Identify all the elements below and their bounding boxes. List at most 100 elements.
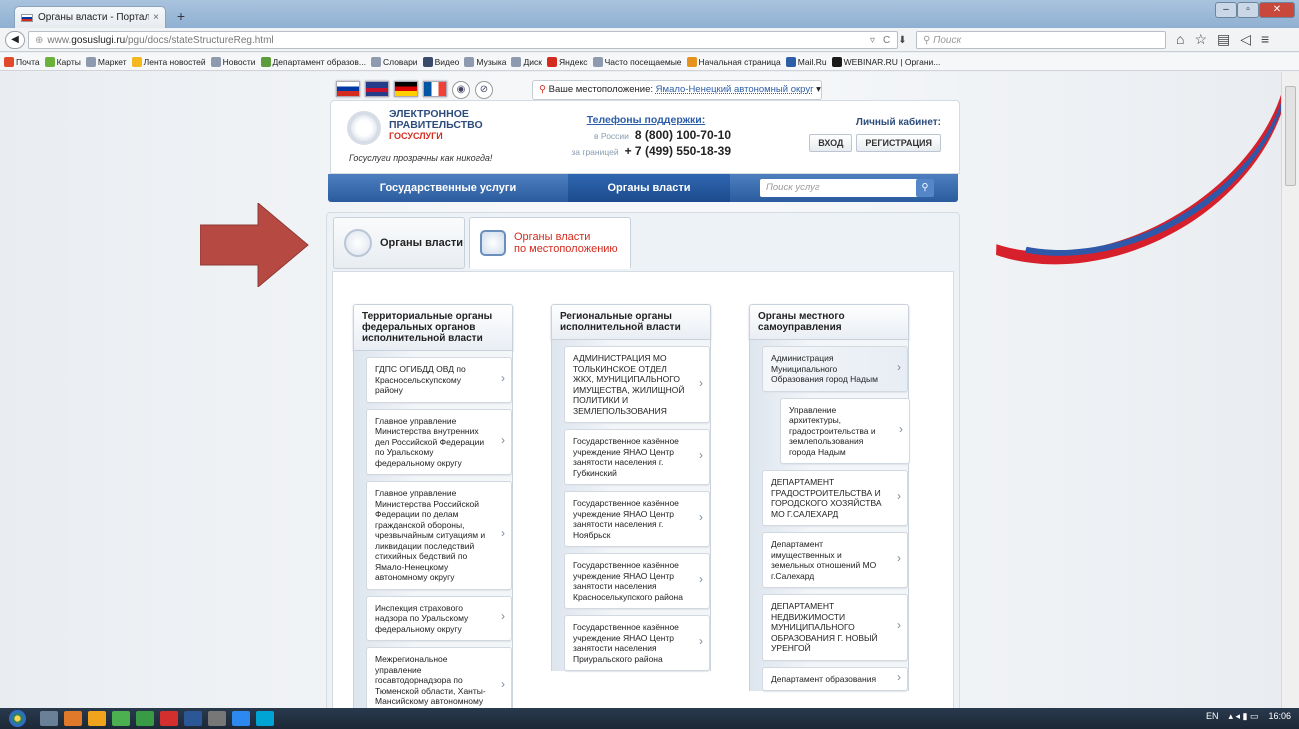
maximize-button[interactable]: ▫ [1237,2,1259,18]
flag-de-icon[interactable] [394,81,418,97]
word-taskbar-icon[interactable] [184,711,202,726]
bookmark-item[interactable]: Видео [422,56,459,67]
search-button-icon[interactable]: ⚲ [916,179,934,197]
page-scrollbar[interactable] [1281,72,1299,708]
download-icon[interactable]: ⬇ [898,35,906,46]
authority-item[interactable]: Администрация Муниципального Образования… [762,346,908,392]
authority-item-label: Государственное казённое учреждение ЯНАО… [573,436,679,478]
register-button[interactable]: РЕГИСТРАЦИЯ [856,134,941,152]
tool-taskbar-icon[interactable] [208,711,226,726]
search-placeholder: Поиск [933,35,962,46]
lang-indicator[interactable]: EN [1206,711,1219,722]
bookmark-item[interactable]: Часто посещаемые [592,56,682,67]
authority-item[interactable]: ГДПС ОГИБДД ОВД по Красносельскупскому р… [366,357,512,403]
bookmark-item[interactable]: Mail.Ru [785,56,827,67]
home-icon[interactable]: ⌂ [1176,31,1184,48]
menu-authorities[interactable]: Органы власти [568,174,730,202]
bookmark-item[interactable]: WEBINAR.RU | Органи... [831,56,940,67]
flag-ru-icon[interactable] [336,81,360,97]
authority-item[interactable]: Государственное казённое учреждение ЯНАО… [564,429,710,485]
flag-uk-icon[interactable] [365,81,389,97]
media-taskbar-icon[interactable] [88,711,106,726]
logo-line2: ПРАВИТЕЛЬСТВО [389,119,483,131]
authority-item[interactable]: Департамент образования › [762,666,908,691]
bookmark-item[interactable]: Лента новостей [131,56,206,67]
authority-item[interactable]: Департамент имущественных и земельных от… [762,532,908,588]
bookmark-label: Новости [222,56,256,67]
start-button[interactable] [0,708,34,729]
location-selector[interactable]: ⚲ Ваше местоположение: Ямало-Ненецкий ав… [532,80,822,100]
login-button[interactable]: ВХОД [809,134,853,152]
column-title: Региональные органы исполнительной власт… [551,304,711,340]
scrollbar-thumb[interactable] [1285,86,1296,186]
gosuslugi-logo-icon[interactable] [347,111,381,145]
dropdown-icon[interactable]: ▿ [870,35,875,46]
bookmark-item[interactable]: Почта [4,56,40,67]
tab-authorities-by-location[interactable]: Органы власти по местоположению [469,217,631,269]
authority-item[interactable]: ДЕПАРТАМЕНТ НЕДВИЖИМОСТИ МУНИЦИПАЛЬНОГО … [762,594,908,661]
pdf-taskbar-icon[interactable] [160,711,178,726]
chrome-taskbar-icon[interactable] [112,711,130,726]
authority-item[interactable]: ДЕПАРТАМЕНТ ГРАДОСТРОИТЕЛЬСТВА И ГОРОДСК… [762,470,908,526]
authority-item[interactable]: Государственное казённое учреждение ЯНАО… [564,491,710,547]
authority-item[interactable]: Инспекция страхового надзора по Уральско… [366,595,512,641]
location-link[interactable]: Ямало-Ненецкий автономный округ [656,84,814,95]
flag-fr-icon[interactable] [423,81,447,97]
bookmark-item[interactable]: Диск [511,56,542,67]
reload-icon[interactable]: C [883,35,890,46]
bookmark-icon [260,56,271,67]
tray-icons[interactable]: ▴ ◂ ▮ ▭ [1228,711,1258,722]
compass-icon[interactable]: ⊘ [475,81,493,99]
bookmark-item[interactable]: Департамент образов... [260,56,367,67]
minimize-button[interactable]: – [1215,2,1237,18]
column-list: ГДПС ОГИБДД ОВД по Красносельскупскому р… [353,351,513,708]
new-tab-button[interactable]: + [172,8,190,26]
authority-item-label: Государственное казённое учреждение ЯНАО… [573,498,679,540]
clock[interactable]: 16:06 [1268,711,1291,722]
authority-item[interactable]: Управление архитектуры, градостроительст… [780,397,910,464]
bookmark-item[interactable]: Музыка [464,56,506,67]
authority-item[interactable]: Главное управление Министерства Российск… [366,481,512,590]
firefox-taskbar-icon[interactable] [64,711,82,726]
explorer-taskbar-icon[interactable] [40,711,58,726]
bookmark-star-icon[interactable]: ☆ [1194,31,1207,48]
authority-item[interactable]: Главное управление Министерства внутренн… [366,408,512,475]
bookmark-icon [592,56,603,67]
authority-item[interactable]: АДМИНИСТРАЦИЯ МО ТОЛЬКИНСКОЕ ОТДЕЛ ЖКХ, … [564,346,710,423]
coat-of-arms-icon [344,229,372,257]
eye-icon[interactable]: ◉ [452,81,470,99]
bookmark-item[interactable]: Словари [371,56,418,67]
bookmark-label: Департамент образов... [272,56,367,67]
language-selector: ◉ ⊘ [336,81,493,99]
phones-title[interactable]: Телефоны поддержки: [561,114,731,126]
search-icon: ⚲ [923,35,934,46]
tab-authorities[interactable]: Органы власти [333,217,465,269]
bookmark-item[interactable]: Начальная страница [686,56,781,67]
address-bar[interactable]: ⊕ www. gosuslugi.ru/pgu/docs/stateStructu… [28,31,898,49]
close-window-button[interactable]: ✕ [1259,2,1295,18]
bookmark-item[interactable]: Яндекс [546,56,588,67]
bookmark-icon [831,56,842,67]
send-icon[interactable]: ◁ [1240,31,1251,48]
chevron-right-icon: › [897,359,901,374]
back-button[interactable]: ◀ [5,31,25,49]
menu-state-services[interactable]: Государственные услуги [328,182,568,194]
service-search-input[interactable]: Поиск услуг ⚲ [760,179,934,197]
app-taskbar-icon[interactable] [136,711,154,726]
bookmark-item[interactable]: Маркет [85,56,127,67]
bookmark-label: Маркет [97,56,127,67]
skype-taskbar-icon[interactable] [256,711,274,726]
authority-column: Региональные органы исполнительной власт… [551,304,711,677]
authority-item[interactable]: Государственное казённое учреждение ЯНАО… [564,553,710,609]
logo-text[interactable]: ЭЛЕКТРОННОЕ ПРАВИТЕЛЬСТВО ГОСУСЛУГИ [389,109,483,142]
tab-close-icon[interactable]: × [153,12,159,23]
menu-icon[interactable]: ≡ [1261,31,1269,48]
authority-item[interactable]: Государственное казённое учреждение ЯНАО… [564,615,710,671]
app2-taskbar-icon[interactable] [232,711,250,726]
authority-item[interactable]: Межрегиональное управление госавтодорнад… [366,647,512,708]
bookmark-item[interactable]: Новости [210,56,256,67]
browser-tab[interactable]: Органы власти - Портал г... × [14,6,166,28]
search-input[interactable]: ⚲ Поиск [916,31,1166,49]
bookmark-item[interactable]: Карты [44,56,81,67]
bookmarks-menu-icon[interactable]: ▤ [1217,31,1230,48]
